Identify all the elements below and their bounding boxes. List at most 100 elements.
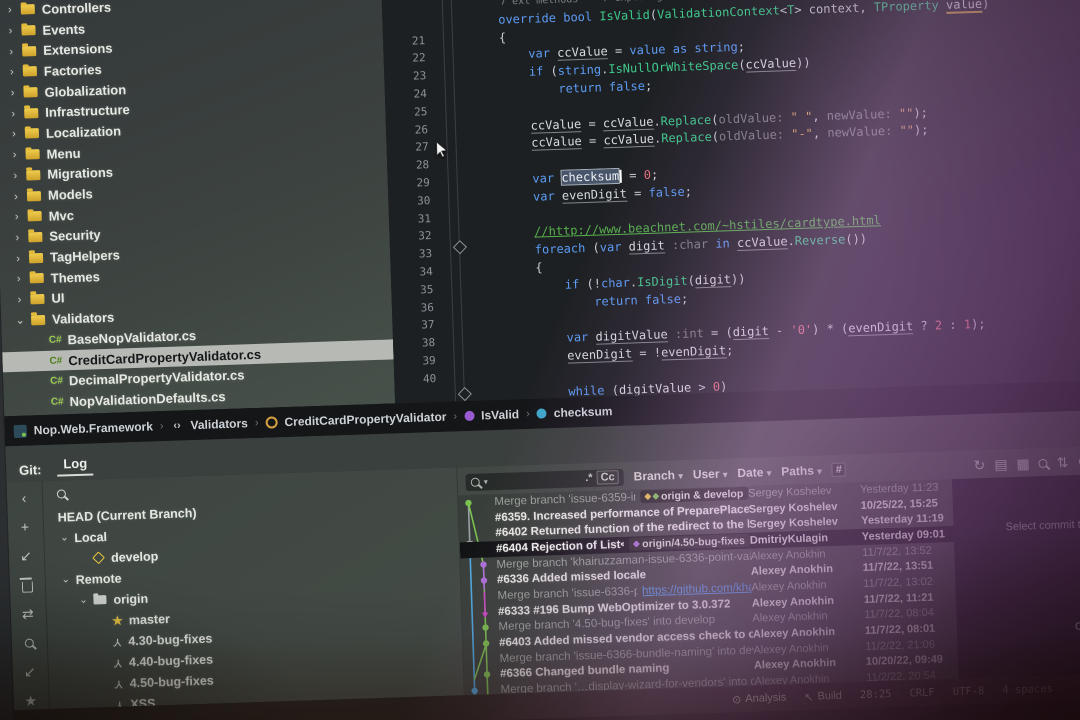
commit-author: Alexey Anokhin <box>752 609 864 625</box>
add-icon[interactable]: + <box>21 519 30 535</box>
chevron-right-icon[interactable]: › <box>4 4 16 16</box>
field-icon <box>537 408 547 418</box>
token: in <box>715 236 730 250</box>
token <box>578 0 602 5</box>
status-value[interactable]: CRLF <box>909 687 935 700</box>
star-icon: ★ <box>112 613 123 627</box>
git-panel-label: Git: <box>19 462 42 478</box>
chevron-right-icon[interactable]: › <box>6 66 18 78</box>
chevron-down-icon[interactable]: ⌄ <box>58 532 70 543</box>
find-hash-icon[interactable] <box>1038 455 1048 471</box>
git-log-area: ▾.*CcBranch ▾User ▾Date ▾Paths ▾#↻▤▦⇅↺▧ … <box>457 445 1080 695</box>
token <box>451 331 567 349</box>
folder-icon <box>28 232 42 242</box>
breadcrumb-item[interactable]: checksum <box>554 404 613 420</box>
chevron-right-icon[interactable]: › <box>6 87 18 99</box>
token: = ! <box>632 345 661 360</box>
hide-panel-icon[interactable]: ‹ <box>21 490 26 506</box>
chevron-right-icon[interactable]: › <box>8 149 20 161</box>
status-value[interactable]: 4 spaces <box>1002 683 1053 697</box>
chevron-right-icon[interactable]: › <box>13 273 25 285</box>
code-editor[interactable]: 7 ext methods 7 exposing APIs override b… <box>381 0 1080 403</box>
line-number: 35 <box>391 280 450 300</box>
commit-author: Alexey Anokhin <box>751 562 863 578</box>
token: newValue: <box>827 124 900 140</box>
token: digit <box>732 324 769 340</box>
filter-date[interactable]: Date ▾ <box>737 465 771 480</box>
token: ) * ( <box>812 321 849 336</box>
chevron-right-icon[interactable]: › <box>4 25 16 37</box>
chevron-right-icon[interactable]: › <box>8 128 20 140</box>
commit-date: 11/7/22, 11:21 <box>864 591 956 606</box>
filter-user[interactable]: User ▾ <box>693 466 728 481</box>
breadcrumb-item[interactable]: Nop.Web.Framework <box>34 419 154 437</box>
status-analysis[interactable]: ⊙Analysis <box>732 691 787 706</box>
line-number: 37 <box>392 316 451 336</box>
status-value[interactable]: 28:25 <box>860 688 892 701</box>
chevron-right-icon[interactable]: › <box>9 170 21 182</box>
folder-icon <box>23 87 37 97</box>
token: if <box>529 64 551 79</box>
tab-git-log[interactable]: Log <box>57 455 93 476</box>
chevron-right-icon[interactable]: › <box>7 107 19 119</box>
diff-preview-icon[interactable]: ▦ <box>1016 455 1030 471</box>
commit-date: Yesterday 09:01 <box>862 528 954 543</box>
commit-details-panel: Select commit to view Comm <box>952 473 1080 679</box>
commit-author: Alexey Anokhin <box>752 594 864 610</box>
search-icon[interactable] <box>24 635 34 651</box>
bookmarks-tool-button[interactable]: Bookmarks <box>0 638 13 720</box>
chevron-right-icon[interactable]: › <box>13 294 25 306</box>
chevron-right-icon[interactable]: › <box>11 211 23 223</box>
chevron-down-icon[interactable]: ⌄ <box>14 314 26 327</box>
show-details-icon[interactable]: ▤ <box>994 456 1008 472</box>
chevron-down-icon[interactable]: ⌄ <box>60 574 72 585</box>
regex-toggle[interactable]: .* <box>585 472 593 484</box>
breadcrumb-item[interactable]: CreditCardPropertyValidator <box>284 410 446 429</box>
status-build[interactable]: ↖Build <box>804 689 842 703</box>
token: 7 exposing APIs <box>602 0 693 4</box>
line-number: 23 <box>384 67 443 87</box>
token <box>449 277 565 295</box>
filter-paths[interactable]: Paths ▾ <box>781 463 822 478</box>
branch-label-text: origin/4.50-bug-fixes <box>642 535 745 550</box>
token: ccValue <box>603 132 654 149</box>
collapse-icon[interactable]: ⇄ <box>22 605 34 621</box>
breadcrumb-item[interactable]: Validators <box>190 416 248 432</box>
match-case-toggle[interactable]: Cc <box>596 470 619 485</box>
chevron-right-icon[interactable]: › <box>11 232 23 244</box>
checkout-icon[interactable]: ↙ <box>24 663 36 679</box>
token: evenDigit <box>661 343 726 360</box>
breadcrumb-separator: › <box>160 420 164 432</box>
token: , <box>813 126 828 140</box>
commit-date: 11/7/22, 13:51 <box>863 559 955 574</box>
token <box>446 189 533 206</box>
delete-icon[interactable] <box>21 577 33 593</box>
rollback-icon[interactable]: ↙ <box>20 548 32 564</box>
filter-branch[interactable]: Branch ▾ <box>633 468 683 484</box>
chevron-right-icon[interactable]: › <box>12 252 24 264</box>
commit-date: 11/7/22, 13:52 <box>862 544 954 559</box>
token: foreach <box>535 241 593 257</box>
token: 7 ext methods <box>500 0 579 8</box>
sort-icon[interactable]: ⇅ <box>1056 454 1068 470</box>
go-to-hash-icon[interactable]: # <box>832 462 847 476</box>
chevron-right-icon[interactable]: › <box>10 190 22 202</box>
commit-author: Alexey Anokhin <box>750 547 862 563</box>
breadcrumb-item[interactable]: IsValid <box>481 407 519 422</box>
token: ccValue <box>745 56 796 73</box>
chevron-right-icon[interactable]: › <box>5 45 17 57</box>
folder-icon <box>25 129 39 139</box>
tree-item-label: Models <box>48 186 93 202</box>
log-search-input[interactable]: ▾.*Cc <box>465 468 623 490</box>
commit-link[interactable]: https://github.com/khairuzzaman/ <box>642 582 752 598</box>
token: override bool <box>498 9 600 26</box>
csharp-file-icon: C# <box>49 355 62 366</box>
status-value[interactable]: UTF-8 <box>953 685 985 698</box>
folder-icon <box>23 66 37 76</box>
line-number: 31 <box>389 209 448 229</box>
commit-date: 10/20/22, 09:49 <box>866 653 958 668</box>
refresh-icon[interactable]: ↻ <box>973 457 985 473</box>
favorite-icon[interactable]: ★ <box>24 692 37 708</box>
commit-author: Alexey Anokhin <box>751 578 863 594</box>
chevron-down-icon[interactable]: ⌄ <box>77 595 89 606</box>
